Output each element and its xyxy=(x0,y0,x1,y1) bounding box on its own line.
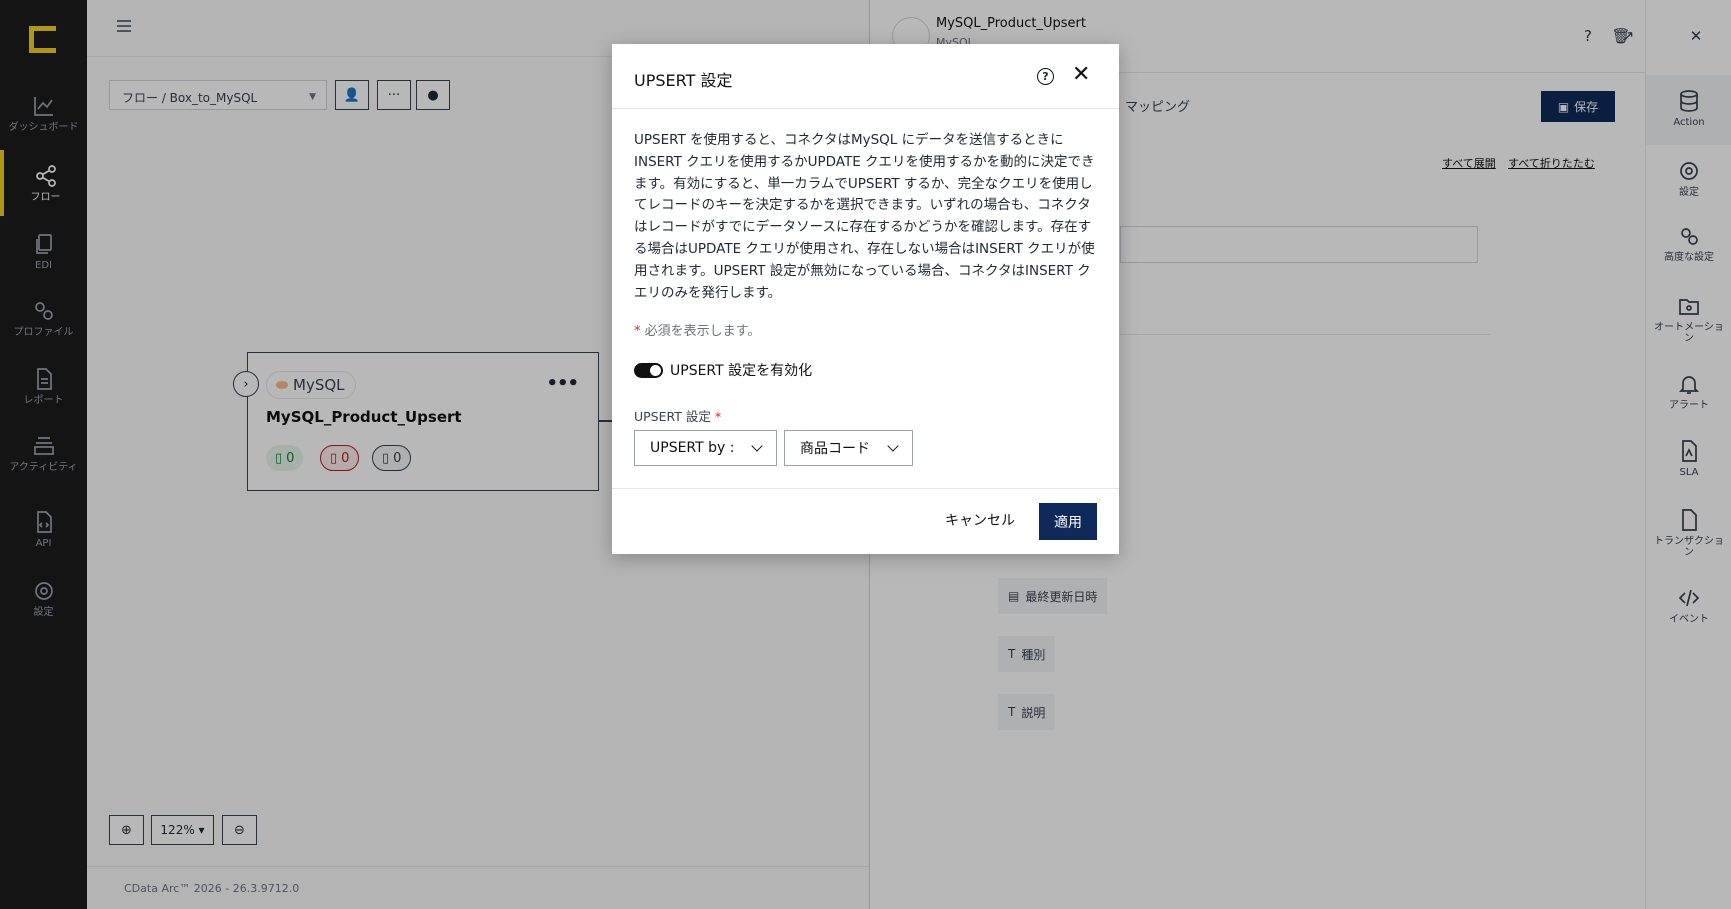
required-note: * 必須を表示します。 xyxy=(634,320,760,339)
chevron-down-icon xyxy=(887,440,899,452)
cancel-button[interactable]: キャンセル xyxy=(945,510,1015,530)
required-note-text: 必須を表示します。 xyxy=(644,324,761,339)
upsert-settings-dialog: UPSERT 設定 ? ✕ UPSERT を使用すると、コネクタはMySQL に… xyxy=(612,44,1119,554)
dialog-title: UPSERT 設定 xyxy=(634,71,733,90)
toggle-knob xyxy=(650,365,661,376)
required-asterisk: * xyxy=(714,409,722,424)
close-icon[interactable]: ✕ xyxy=(1072,62,1090,87)
upsert-mode-select[interactable]: UPSERT by : xyxy=(634,430,777,466)
upsert-mode-value: UPSERT by : xyxy=(650,440,735,456)
upsert-toggle[interactable] xyxy=(634,363,663,378)
dialog-footer: キャンセル 適用 xyxy=(612,488,1119,554)
upsert-column-value: 商品コード xyxy=(800,441,870,457)
upsert-toggle-label: UPSERT 設定を有効化 xyxy=(670,363,813,379)
dialog-header: UPSERT 設定 ? ✕ xyxy=(612,44,1119,109)
apply-button[interactable]: 適用 xyxy=(1039,503,1097,540)
upsert-field-label-text: UPSERT 設定 xyxy=(634,409,711,424)
chevron-down-icon xyxy=(751,440,763,452)
required-asterisk: * xyxy=(634,324,641,339)
upsert-field-label: UPSERT 設定 * xyxy=(634,406,721,425)
upsert-column-select[interactable]: 商品コード xyxy=(784,430,913,466)
dialog-description: UPSERT を使用すると、コネクタはMySQL にデータを送信するときにINS… xyxy=(634,132,1095,301)
help-circle-icon[interactable]: ? xyxy=(1037,68,1054,85)
